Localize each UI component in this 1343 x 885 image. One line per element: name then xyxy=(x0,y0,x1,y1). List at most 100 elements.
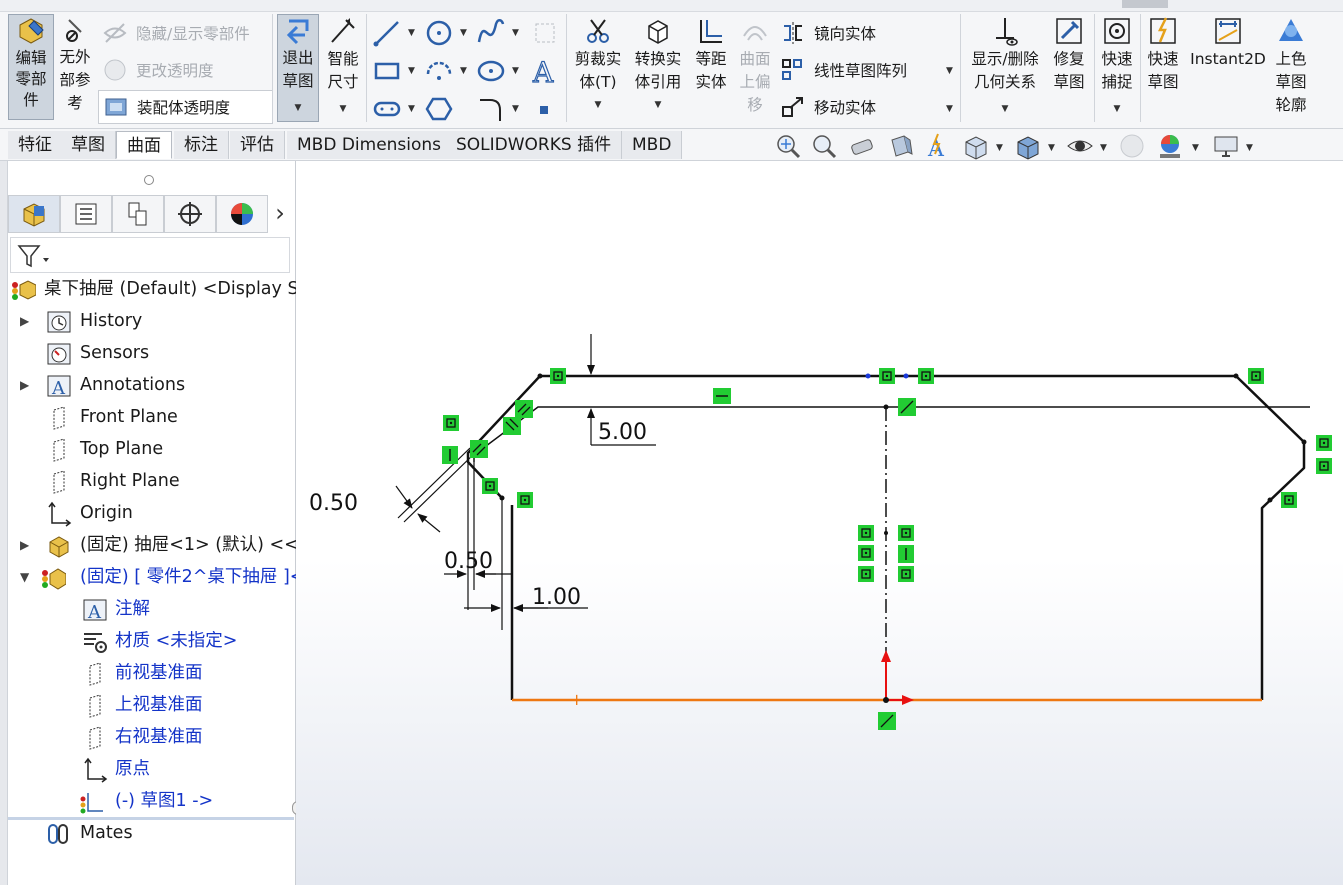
sketch-point[interactable] xyxy=(884,531,888,535)
rectangle-tool-icon[interactable] xyxy=(372,56,402,86)
sketch-point[interactable] xyxy=(883,404,889,410)
chevron-down-icon[interactable]: ▼ xyxy=(512,66,519,76)
collapse-arrow-icon[interactable]: ▼ xyxy=(20,561,34,593)
relation-coincident-icon[interactable] xyxy=(918,368,934,384)
display-delete-relations-button[interactable]: 显示/删除 几何关系 ▼ xyxy=(964,16,1046,121)
move-entities-button[interactable]: 移动实体 xyxy=(780,94,876,120)
sketch-point[interactable] xyxy=(903,373,909,379)
relation-coincident-icon[interactable] xyxy=(898,525,914,541)
sketch-canvas[interactable]: + 5.00 0.50 0.50 1.00 xyxy=(296,161,1343,885)
tree-item-material[interactable]: 材质 <未指定> xyxy=(8,625,296,657)
chevron-down-icon[interactable]: ▼ xyxy=(1246,143,1253,153)
display-style-icon[interactable] xyxy=(1014,132,1042,160)
tree-root-assembly[interactable]: 桌下抽屉 (Default) <Display S xyxy=(8,273,296,305)
relation-coincident-icon[interactable] xyxy=(858,545,874,561)
chevron-down-icon[interactable]: ▼ xyxy=(295,97,302,120)
instant2d-button[interactable]: Instant2D xyxy=(1188,16,1268,71)
relation-coincident-icon[interactable] xyxy=(858,525,874,541)
edit-part-button[interactable]: 编辑 零部 件 xyxy=(8,14,54,120)
circle-tool-icon[interactable] xyxy=(424,18,454,48)
tab-surfaces[interactable]: 曲面 xyxy=(116,131,172,159)
assembly-transparency-dropdown[interactable]: 装配体透明度 xyxy=(98,90,273,124)
chevron-down-icon[interactable]: ▼ xyxy=(340,98,347,121)
tree-item-sensors[interactable]: Sensors xyxy=(8,337,296,369)
tree-filter[interactable] xyxy=(10,237,290,273)
tree-item-notes[interactable]: A 注解 xyxy=(8,593,296,625)
point-tool-icon[interactable] xyxy=(534,100,554,120)
chevron-down-icon[interactable]: ▼ xyxy=(408,28,415,38)
relation-coincident-icon[interactable] xyxy=(517,492,533,508)
change-transparency-button[interactable]: 更改透明度 xyxy=(102,57,214,83)
tree-item-top-plane[interactable]: Top Plane xyxy=(8,433,296,465)
plane-tool-icon[interactable] xyxy=(530,18,560,48)
scroll-thumb[interactable] xyxy=(1122,0,1168,8)
section-view-icon[interactable] xyxy=(886,132,914,160)
relation-coincident-icon[interactable] xyxy=(550,368,566,384)
relation-coincident-icon[interactable] xyxy=(879,368,895,384)
tree-item-annotations[interactable]: ▶ A Annotations xyxy=(8,369,296,401)
trim-entities-button[interactable]: 剪裁实 体(T) ▼ xyxy=(570,16,626,117)
line-tool-icon[interactable] xyxy=(372,18,402,48)
relation-parallel-icon[interactable] xyxy=(470,440,488,458)
sketch-point[interactable] xyxy=(537,373,543,379)
zoom-to-fit-icon[interactable] xyxy=(774,132,802,160)
tree-item-drawer-component[interactable]: ▶ (固定) 抽屉<1> (默认) << xyxy=(8,529,296,561)
arc-tool-icon[interactable] xyxy=(424,56,454,86)
tab-sketch[interactable]: 草图 xyxy=(61,131,116,159)
dimension-1-00[interactable]: 1.00 xyxy=(532,585,581,610)
relation-coincident-icon[interactable] xyxy=(443,415,459,431)
tree-item-mates[interactable]: Mates xyxy=(8,817,296,849)
relation-parallel-icon[interactable] xyxy=(515,400,533,418)
no-external-refs-button[interactable]: 无外 部参 考 xyxy=(56,16,94,115)
chevron-down-icon[interactable]: ▼ xyxy=(1114,98,1121,121)
repair-sketch-button[interactable]: 修复 草图 xyxy=(1048,16,1090,94)
chevron-down-icon[interactable]: ▼ xyxy=(460,28,467,38)
dimension-5-00[interactable]: 5.00 xyxy=(598,420,647,445)
expand-arrow-icon[interactable]: ▶ xyxy=(20,529,34,561)
mirror-entities-button[interactable]: 镜向实体 xyxy=(780,20,876,46)
chevron-down-icon[interactable]: ▼ xyxy=(1002,98,1009,121)
relation-coincident-icon[interactable] xyxy=(1316,435,1332,451)
offset-entities-button[interactable]: 等距 实体 xyxy=(690,16,732,94)
graphics-area[interactable]: + 5.00 0.50 0.50 1.00 xyxy=(296,161,1343,885)
view-settings-icon[interactable] xyxy=(1212,132,1240,160)
chevron-right-icon[interactable]: › xyxy=(268,195,292,233)
chevron-down-icon[interactable]: ▼ xyxy=(460,66,467,76)
tree-item-history[interactable]: ▶ History xyxy=(8,305,296,337)
view-orientation-icon[interactable] xyxy=(962,132,990,160)
rapid-sketch-button[interactable]: 快速 草图 xyxy=(1142,16,1184,94)
chevron-down-icon[interactable]: ▼ xyxy=(655,94,662,117)
tab-markup[interactable]: 标注 xyxy=(174,131,229,159)
tab-display-manager[interactable] xyxy=(216,195,268,233)
expand-arrow-icon[interactable]: ▶ xyxy=(20,369,34,401)
slot-tool-icon[interactable] xyxy=(372,94,402,124)
tab-solidworks-addins[interactable]: SOLIDWORKS 插件 xyxy=(446,131,623,159)
tab-evaluate[interactable]: 评估 xyxy=(230,131,285,159)
chevron-down-icon[interactable]: ▼ xyxy=(1100,143,1107,153)
chevron-down-icon[interactable]: ▼ xyxy=(512,28,519,38)
polygon-tool-icon[interactable] xyxy=(424,94,454,124)
relation-coincident-icon[interactable] xyxy=(1248,368,1264,384)
exit-sketch-button[interactable]: 退出 草图 ▼ xyxy=(277,14,319,122)
expand-arrow-icon[interactable]: ▶ xyxy=(20,305,34,337)
spline-tool-icon[interactable] xyxy=(476,18,506,48)
sketch-point[interactable] xyxy=(1301,439,1307,445)
shaded-sketch-contours-button[interactable]: 上色 草图 轮廓 xyxy=(1270,16,1312,117)
tab-property-manager[interactable] xyxy=(60,195,112,233)
relation-parallel-icon[interactable] xyxy=(503,417,521,435)
relation-coincident-icon[interactable] xyxy=(1316,458,1332,474)
sketch-point[interactable] xyxy=(1233,373,1239,379)
tree-item-front-plane[interactable]: Front Plane xyxy=(8,401,296,433)
chevron-down-icon[interactable]: ▼ xyxy=(595,94,602,117)
relation-coincident-icon[interactable] xyxy=(1281,492,1297,508)
relation-coincident-icon[interactable] xyxy=(482,478,498,494)
tab-feature-tree[interactable] xyxy=(8,195,60,233)
tree-item-sketch1[interactable]: (-) 草图1 -> xyxy=(8,785,296,817)
hide-show-items-icon[interactable] xyxy=(1066,132,1094,160)
edit-appearance-icon[interactable] xyxy=(1118,132,1146,160)
tab-mbd-dimensions[interactable]: MBD Dimensions xyxy=(287,131,453,159)
zoom-to-area-icon[interactable] xyxy=(810,132,838,160)
chevron-down-icon[interactable]: ▼ xyxy=(946,104,953,114)
sketch-point[interactable] xyxy=(865,373,871,379)
relation-coincident-icon[interactable] xyxy=(898,566,914,582)
